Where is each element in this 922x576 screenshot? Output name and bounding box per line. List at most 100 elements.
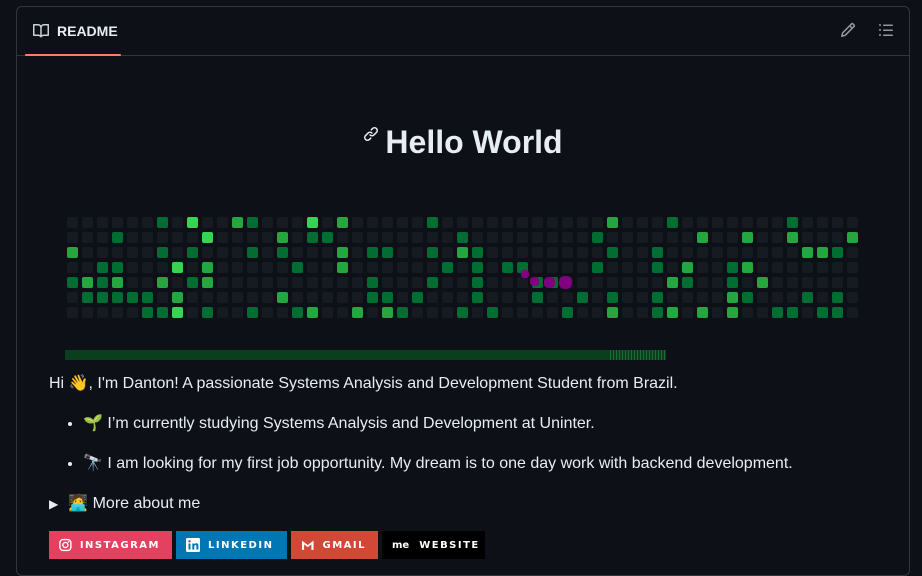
contribution-cell [577,292,588,303]
contribution-cell [577,277,588,288]
contribution-cell [142,262,153,273]
contribution-cell [232,262,243,273]
contribution-snake-graph [67,217,858,318]
contribution-cell [697,217,708,228]
contribution-cell [457,247,468,258]
contribution-cell [727,217,738,228]
badge-label: LINKEDIN [208,539,274,551]
more-about-details[interactable]: ▶ 🧑‍💻 More about me [49,492,200,516]
contribution-cell [577,262,588,273]
contribution-cell [217,217,228,228]
contribution-cell [637,277,648,288]
contribution-cell [787,262,798,273]
contribution-cell [682,247,693,258]
page-title: Hello World [385,124,563,160]
contribution-cell [97,232,108,243]
contribution-cell [817,247,828,258]
contribution-cell [607,217,618,228]
contribution-cell [487,277,498,288]
contribution-cell [562,217,573,228]
contribution-cell [217,262,228,273]
contribution-cell [652,292,663,303]
contribution-cell [517,292,528,303]
contribution-cell [547,292,558,303]
contribution-cell [637,262,648,273]
contribution-cell [427,262,438,273]
instagram-icon [59,538,72,552]
contribution-cell [532,307,543,318]
website-badge[interactable]: me WEBSITE [382,531,485,559]
contribution-cell [532,292,543,303]
contribution-cell [277,262,288,273]
contribution-cell [262,277,273,288]
contribution-cell [712,247,723,258]
contribution-cell [697,232,708,243]
contribution-cell [532,232,543,243]
contribution-cell [292,247,303,258]
contribution-cell [457,232,468,243]
contribution-cell [712,307,723,318]
contribution-cell [217,277,228,288]
contribution-cell [382,247,393,258]
contribution-cell [787,292,798,303]
contribution-cell [667,277,678,288]
contribution-cell [757,247,768,258]
contribution-cell [412,232,423,243]
contribution-cell [457,307,468,318]
contribution-cell [82,217,93,228]
contribution-cell [442,292,453,303]
readme-panel: README Hello World Hi 👋, I'm Danton! A p… [16,6,910,576]
contribution-cell [727,277,738,288]
contribution-cell [352,232,363,243]
contribution-cell [112,292,123,303]
contribution-cell [397,247,408,258]
contribution-cell [637,217,648,228]
edit-button[interactable] [839,21,857,39]
contribution-cell [472,277,483,288]
contribution-cell [82,292,93,303]
contribution-cell [397,277,408,288]
contribution-cell [277,247,288,258]
contribution-cell [472,262,483,273]
disclosure-triangle-icon: ▶ [49,497,59,511]
contribution-cell [727,247,738,258]
outline-button[interactable] [877,21,895,39]
badge-label: WEBSITE [419,539,480,551]
contribution-cell [382,307,393,318]
contribution-cell [262,232,273,243]
contribution-cell [307,277,318,288]
about-list: 🌱 I’m currently studying Systems Analysi… [49,412,793,492]
contribution-cell [262,307,273,318]
contribution-cell [172,217,183,228]
readme-tab[interactable]: README [25,7,121,56]
contribution-cell [772,217,783,228]
contribution-cell [667,217,678,228]
contribution-cell [337,247,348,258]
contribution-cell [832,262,843,273]
gmail-badge[interactable]: GMAIL [291,531,378,559]
contribution-cell [157,262,168,273]
contribution-cell [517,217,528,228]
contribution-cell [277,307,288,318]
contribution-cell [502,292,513,303]
contribution-cell [457,217,468,228]
contribution-cell [97,262,108,273]
instagram-badge[interactable]: INSTAGRAM [49,531,172,559]
contribution-cell [607,292,618,303]
contribution-cell [82,262,93,273]
contribution-cell [727,232,738,243]
contribution-cell [442,232,453,243]
contribution-cell [577,307,588,318]
contribution-cell [802,307,813,318]
link-icon[interactable] [363,126,379,142]
contribution-cell [712,277,723,288]
linkedin-badge[interactable]: LINKEDIN [176,531,287,559]
contribution-cell [352,247,363,258]
contribution-cell [502,307,513,318]
contribution-cell [547,307,558,318]
contribution-cell [187,217,198,228]
contribution-cell [427,247,438,258]
contribution-cell [97,307,108,318]
contribution-cell [187,307,198,318]
contribution-cell [127,277,138,288]
